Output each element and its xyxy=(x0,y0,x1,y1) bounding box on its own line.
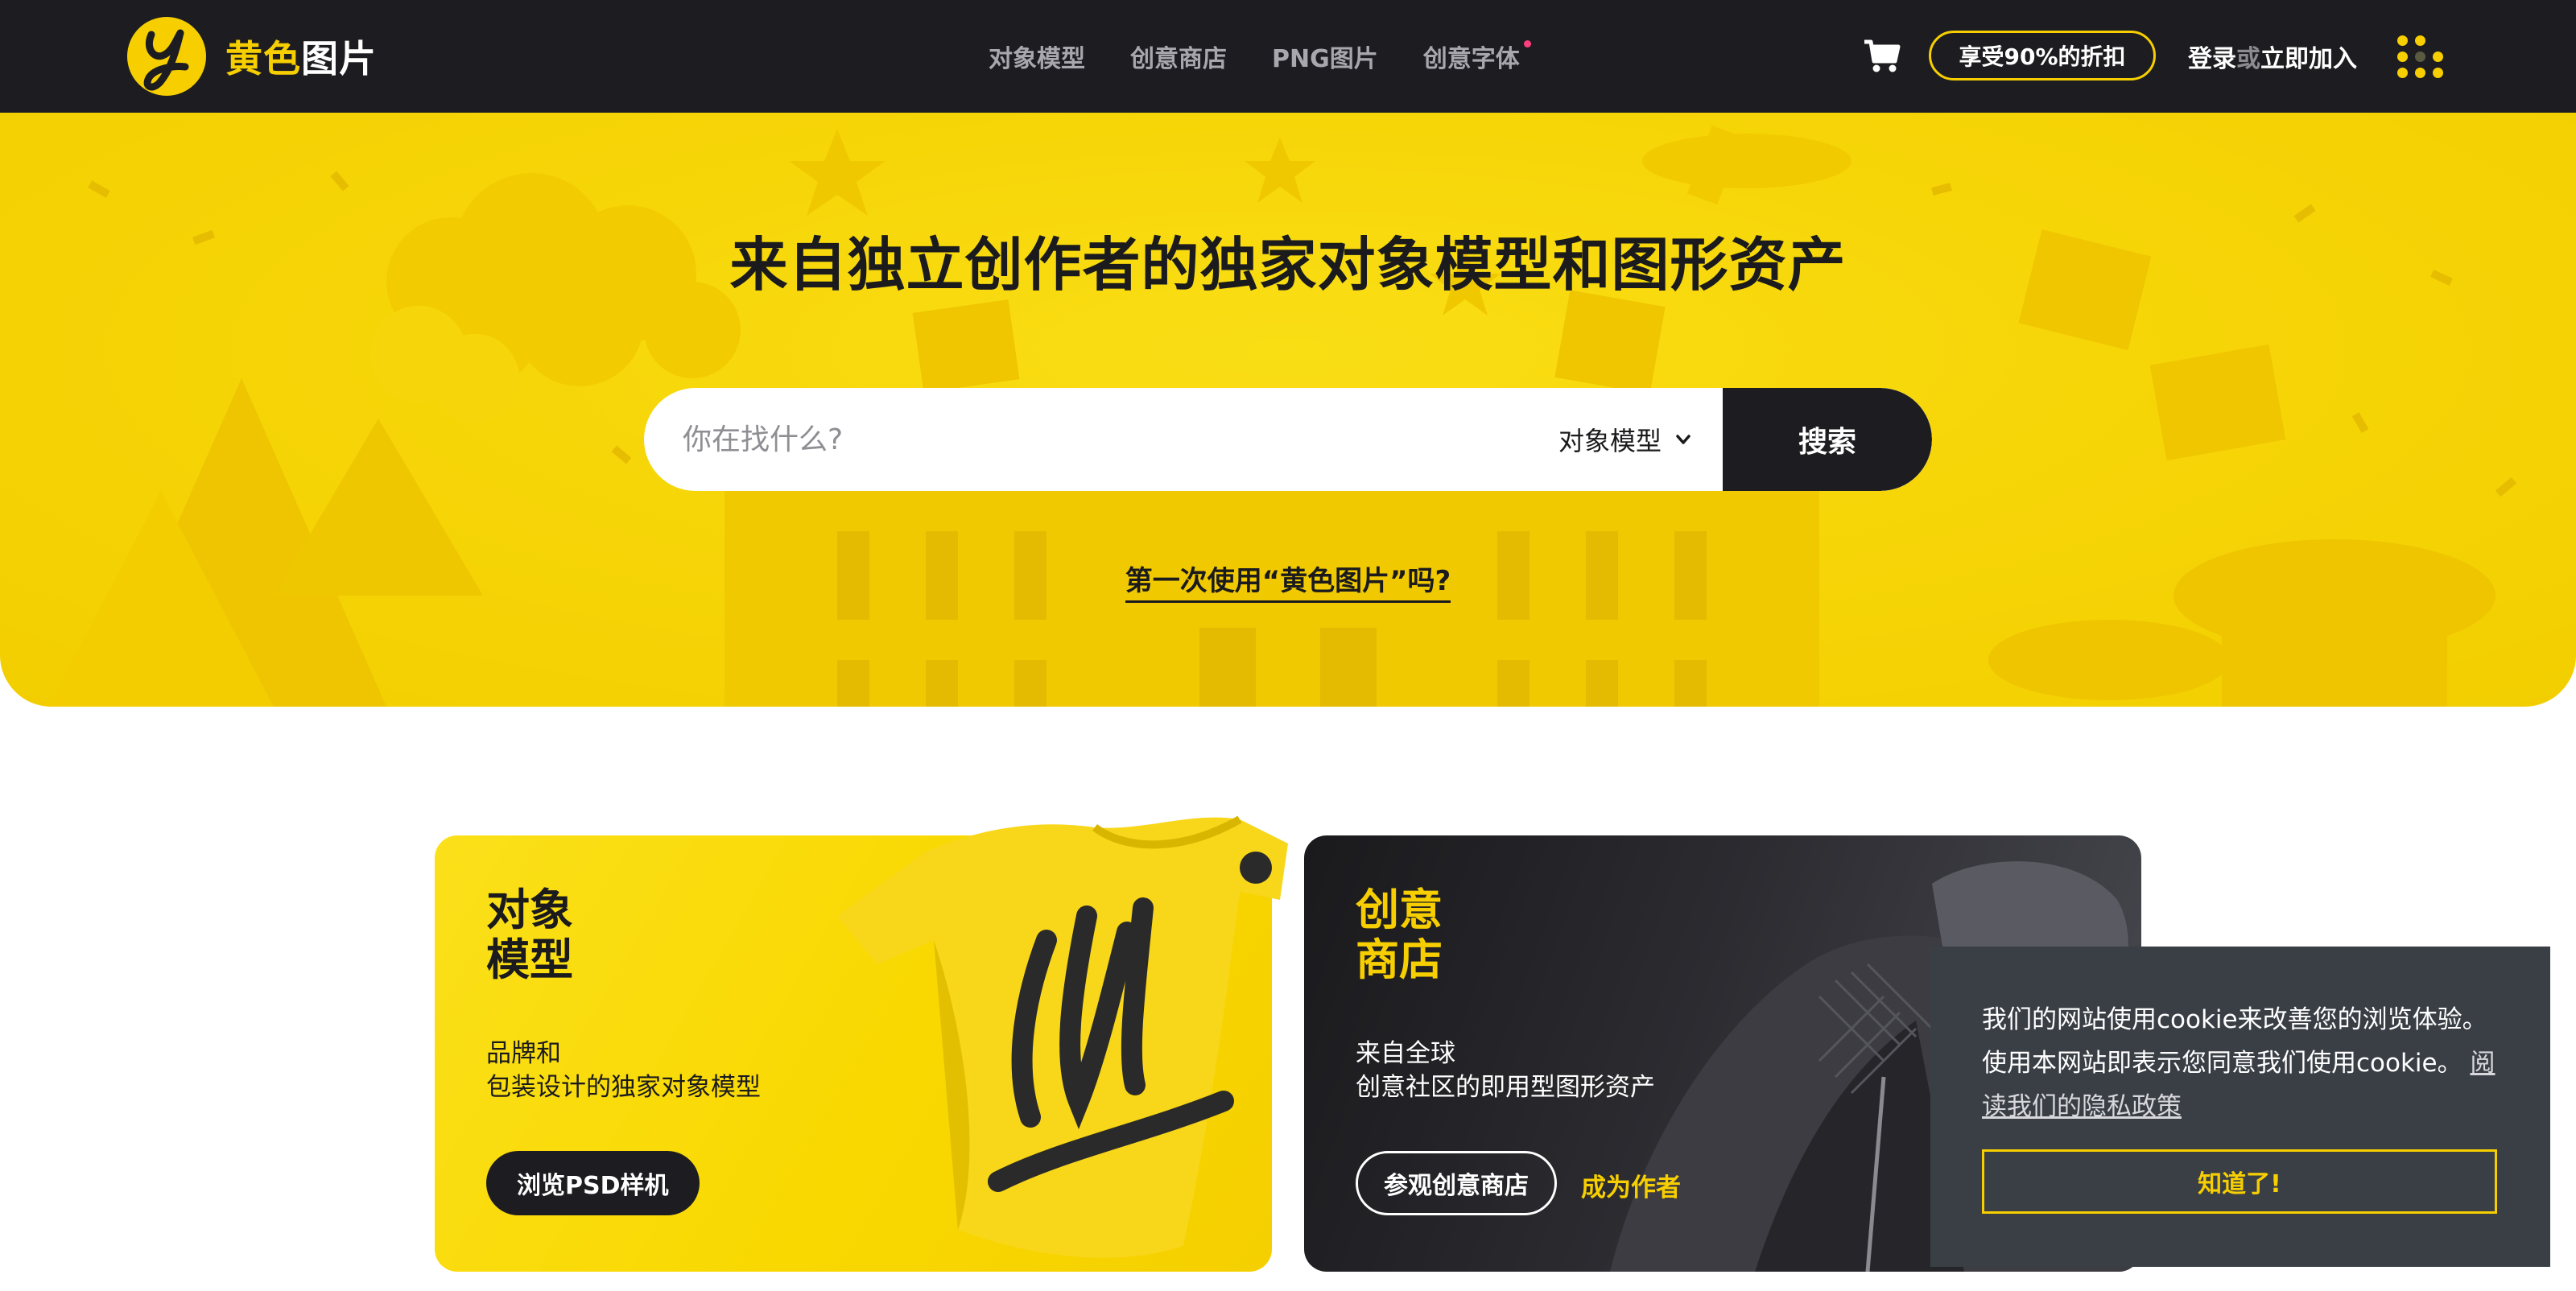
logo-text-white: 图片 xyxy=(301,37,377,80)
card-title-line: 模型 xyxy=(486,934,573,985)
visit-creative-store-button[interactable]: 参观创意商店 xyxy=(1356,1151,1557,1215)
dots-grid-icon[interactable] xyxy=(2397,35,2444,79)
nav-link-creative-store[interactable]: 创意商店 xyxy=(1130,39,1227,74)
discount-promo-button[interactable]: 享受90%的折扣 xyxy=(1929,31,2156,80)
site-logo[interactable]: 黄色图片 xyxy=(127,16,377,97)
creative-store-description: 来自全球 创意社区的即用型图形资产 xyxy=(1356,1037,1655,1104)
join-now-link[interactable]: 立即加入 xyxy=(2260,39,2357,74)
search-input[interactable] xyxy=(644,388,1558,491)
nav-link-creative-fonts[interactable]: 创意字体 xyxy=(1422,39,1531,74)
nav-link-png-images[interactable]: PNG图片 xyxy=(1272,39,1378,74)
cookie-accept-button[interactable]: 知道了! xyxy=(1982,1149,2497,1214)
object-mockups-title: 对象 模型 xyxy=(486,885,573,985)
card-desc-line: 品牌和 xyxy=(486,1039,561,1068)
logo-icon xyxy=(127,17,206,96)
search-bar: 对象模型 搜索 xyxy=(644,388,1932,491)
card-desc-line: 创意社区的即用型图形资产 xyxy=(1356,1073,1655,1102)
first-time-container: 第一次使用“黄色图片”吗? xyxy=(0,559,2576,603)
or-separator: 或 xyxy=(2236,45,2260,73)
search-category-dropdown[interactable]: 对象模型 xyxy=(1558,388,1723,491)
logo-text-yellow: 黄色 xyxy=(225,37,301,80)
card-title-line: 商店 xyxy=(1356,934,1443,985)
become-author-link[interactable]: 成为作者 xyxy=(1581,1167,1681,1203)
cookie-consent-banner: 我们的网站使用cookie来改善您的浏览体验。使用本网站即表示您同意我们使用co… xyxy=(1930,947,2550,1267)
chevron-down-icon xyxy=(1676,435,1690,444)
top-navbar: 黄色图片 对象模型 创意商店 PNG图片 创意字体 享受90%的折扣 登录 或 … xyxy=(0,0,2576,113)
card-desc-line: 包装设计的独家对象模型 xyxy=(486,1073,761,1102)
card-desc-line: 来自全球 xyxy=(1356,1039,1455,1068)
card-title-line: 对象 xyxy=(486,885,573,935)
object-mockups-description: 品牌和 包装设计的独家对象模型 xyxy=(486,1037,761,1104)
tshirt-mockup-image xyxy=(837,815,1288,1258)
card-title-line: 创意 xyxy=(1356,885,1443,935)
first-time-link[interactable]: 第一次使用“黄色图片”吗? xyxy=(1125,565,1451,603)
search-category-label: 对象模型 xyxy=(1558,426,1662,456)
cart-icon[interactable] xyxy=(1863,39,1901,74)
hero-banner: 来自独立创作者的独家对象模型和图形资产 对象模型 搜索 第一次使用“黄色图片”吗… xyxy=(0,113,2576,707)
nav-link-creative-fonts-label: 创意字体 xyxy=(1422,45,1520,73)
auth-links: 登录 或 立即加入 xyxy=(2188,0,2357,113)
browse-psd-mockups-button[interactable]: 浏览PSD样机 xyxy=(486,1151,700,1215)
search-button[interactable]: 搜索 xyxy=(1723,388,1932,491)
main-nav: 对象模型 创意商店 PNG图片 创意字体 xyxy=(989,0,1565,113)
cookie-text-block: 我们的网站使用cookie来改善您的浏览体验。使用本网站即表示您同意我们使用co… xyxy=(1982,998,2500,1128)
logo-wordmark: 黄色图片 xyxy=(225,30,377,83)
hero-title: 来自独立创作者的独家对象模型和图形资产 xyxy=(729,231,1847,299)
creative-store-title: 创意 商店 xyxy=(1356,885,1443,985)
new-dot-icon xyxy=(1523,40,1531,47)
cookie-message: 我们的网站使用cookie来改善您的浏览体验。使用本网站即表示您同意我们使用co… xyxy=(1982,1005,2487,1078)
nav-link-object-mockups[interactable]: 对象模型 xyxy=(989,39,1085,74)
login-link[interactable]: 登录 xyxy=(2188,39,2236,74)
